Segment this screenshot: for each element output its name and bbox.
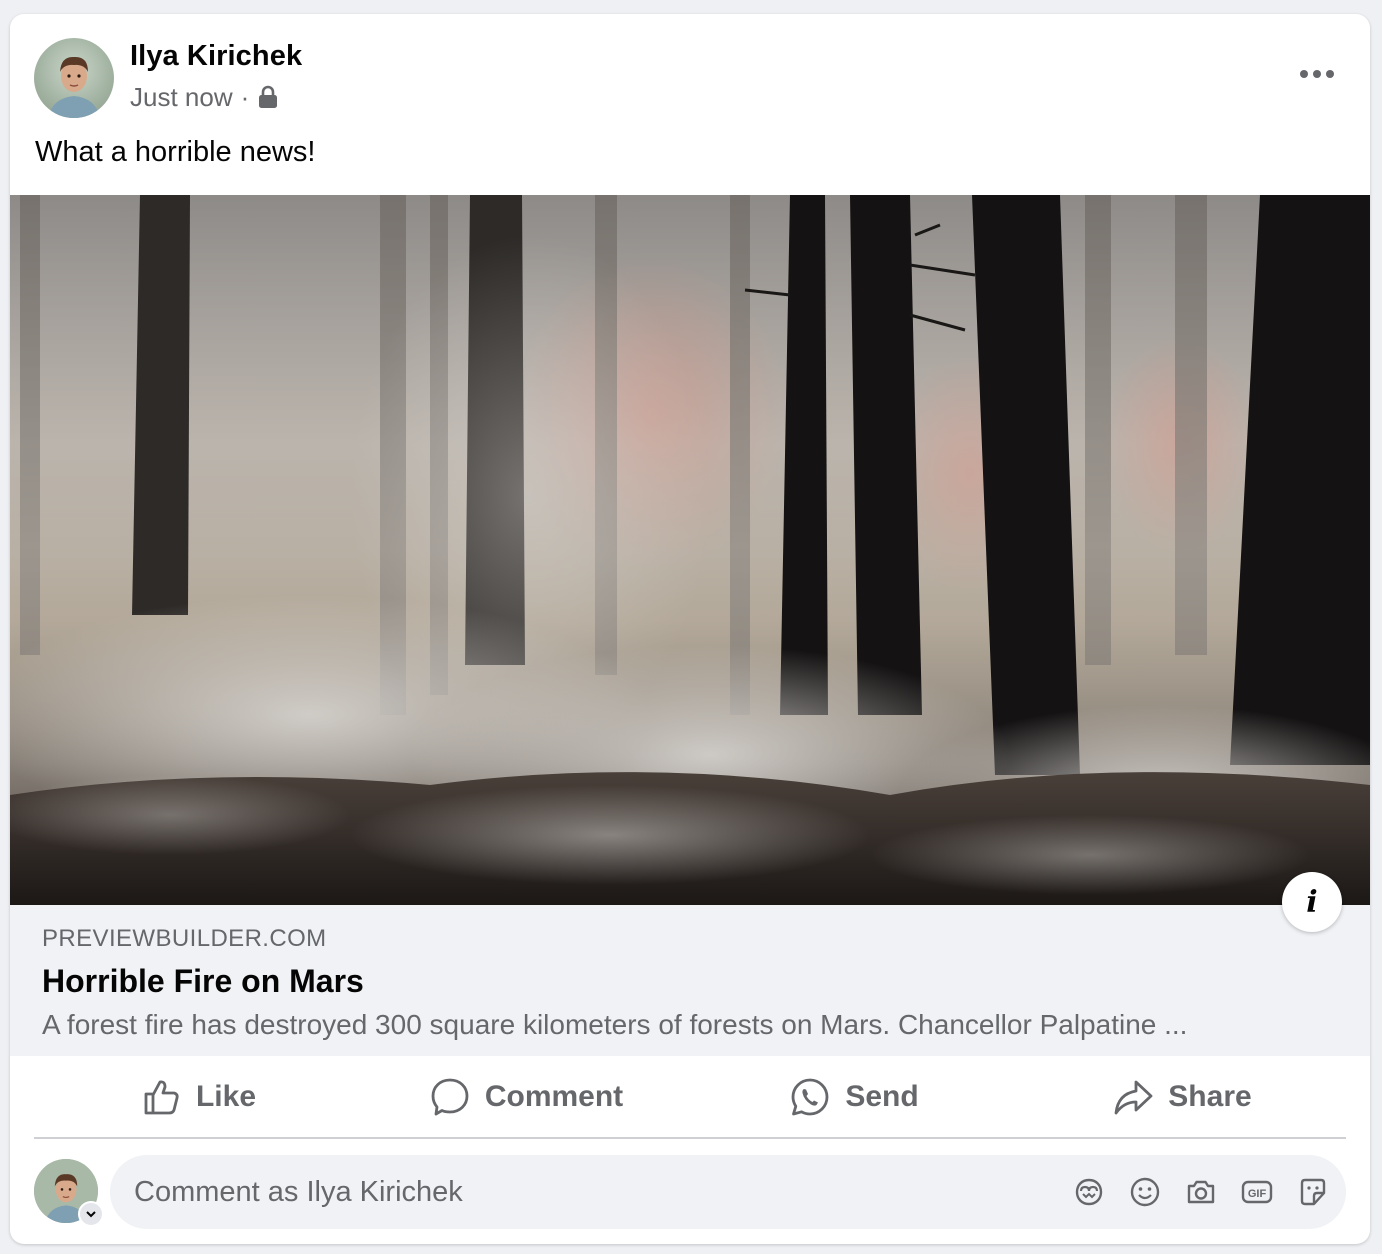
send-label: Send [845,1080,919,1113]
post-timestamp[interactable]: Just now [130,82,233,113]
link-domain: PREVIEWBUILDER.COM [42,925,327,952]
gif-icon[interactable]: GIF [1240,1175,1274,1209]
like-label: Like [195,1080,257,1113]
like-button[interactable]: Like [34,1057,362,1137]
author-avatar[interactable] [34,38,114,118]
meta-separator: · [240,81,250,112]
comment-label: Comment [484,1080,624,1113]
post-card: Ilya Kirichek Just now · What a horrible… [10,14,1370,1244]
link-preview-image[interactable] [10,195,1370,905]
author-name[interactable]: Ilya Kirichek [130,40,302,73]
lock-icon[interactable] [257,85,279,109]
more-dot [1313,70,1321,78]
link-preview[interactable]: PREVIEWBUILDER.COM Horrible Fire on Mars… [10,905,1370,1056]
post-text: What a horrible news! [35,136,316,168]
whatsapp-icon [789,1076,831,1118]
thumbs-up-icon [140,1076,182,1118]
more-dot [1326,70,1334,78]
post-meta: Just now · [130,80,279,114]
comment-tools: GIF [1072,1155,1330,1229]
more-options-button[interactable] [1292,52,1342,96]
comment-bubble-icon [429,1076,471,1118]
link-title[interactable]: Horrible Fire on Mars [42,963,364,1000]
comment-input[interactable] [134,1155,1034,1229]
comment-button[interactable]: Comment [362,1057,690,1137]
send-button[interactable]: Send [690,1057,1018,1137]
forest-fire-photo [10,195,1370,905]
svg-text:GIF: GIF [1248,1188,1267,1200]
link-description: A forest fire has destroyed 300 square k… [42,1009,1188,1040]
avatar-sticker-icon[interactable] [1072,1175,1106,1209]
share-button[interactable]: Share [1018,1057,1346,1137]
info-button[interactable]: i [1282,872,1342,932]
more-dot [1300,70,1308,78]
share-arrow-icon [1112,1076,1154,1118]
comment-box[interactable]: GIF [110,1155,1346,1229]
chevron-down-icon[interactable] [78,1201,104,1227]
sticker-icon[interactable] [1296,1175,1330,1209]
commenter-avatar-group [34,1159,104,1227]
camera-icon[interactable] [1184,1175,1218,1209]
share-label: Share [1168,1080,1252,1113]
action-bar: Like Comment Send Share [34,1057,1346,1139]
emoji-icon[interactable] [1128,1175,1162,1209]
